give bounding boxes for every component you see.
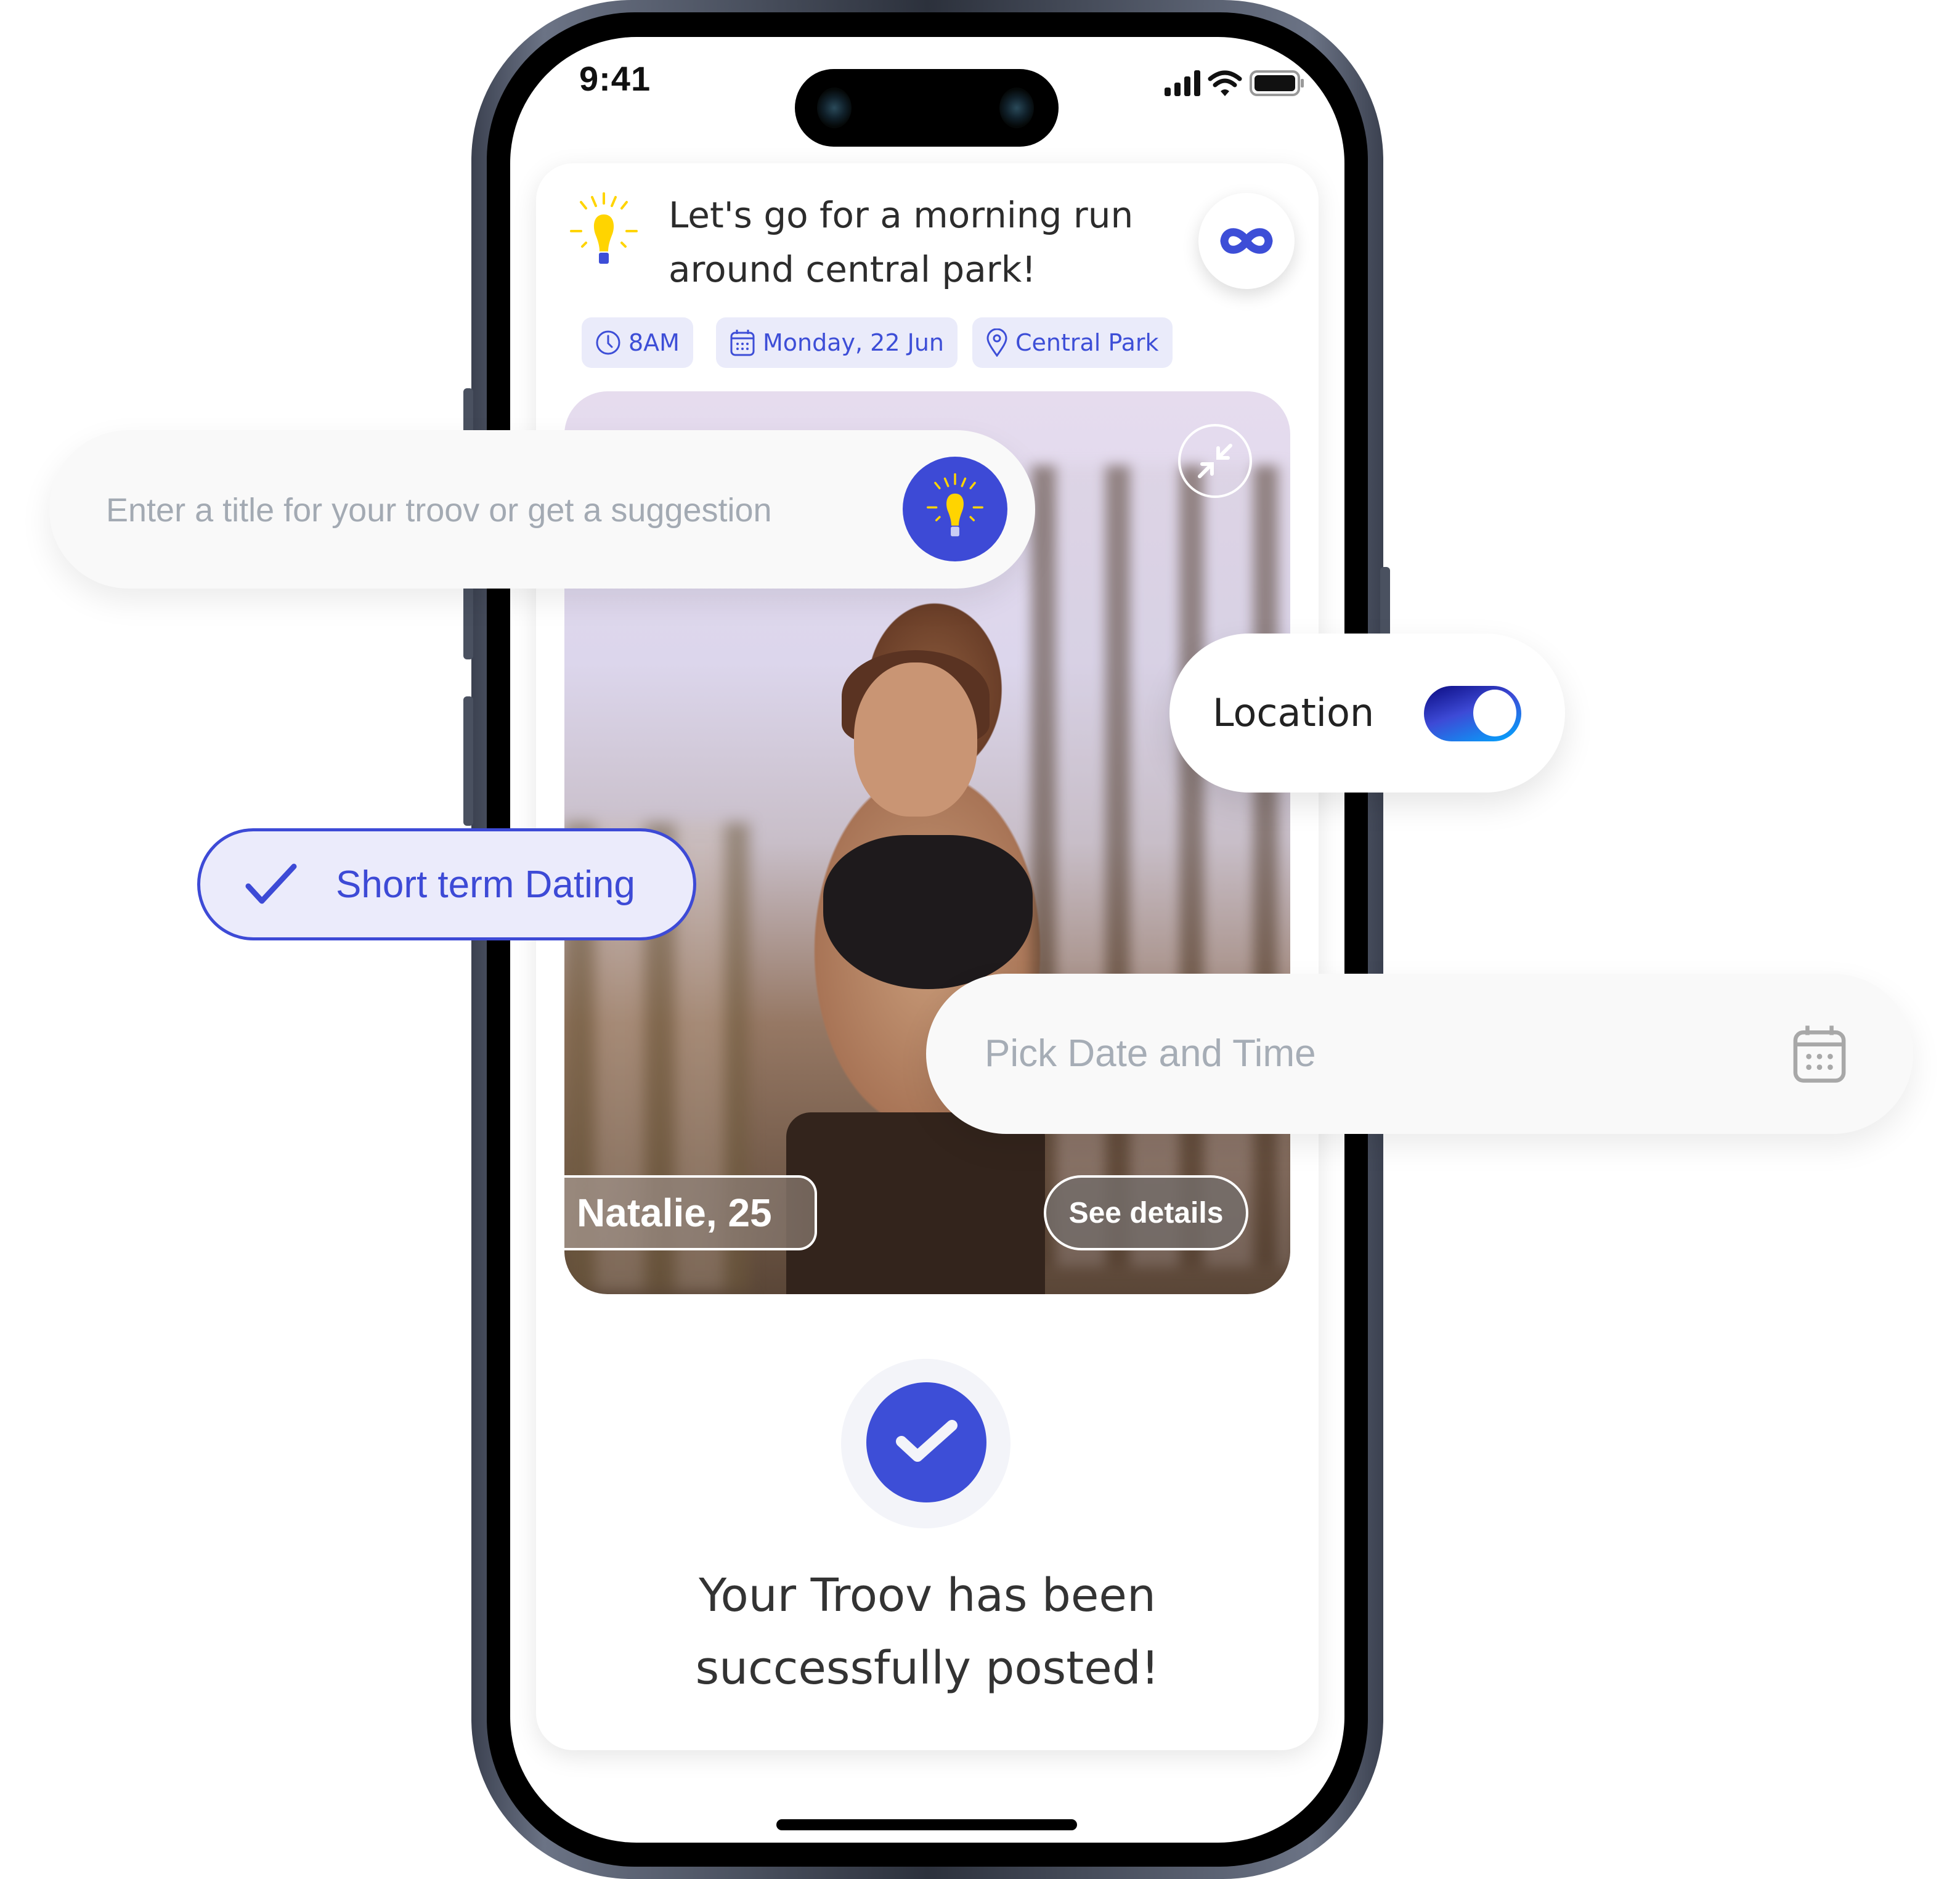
battery-icon — [1250, 70, 1304, 96]
tag-time-label: 8AM — [628, 329, 680, 356]
minimize-button[interactable] — [1178, 424, 1252, 498]
date-time-placeholder: Pick Date and Time — [985, 1032, 1316, 1075]
title-input[interactable] — [105, 430, 877, 590]
calendar-icon — [730, 330, 755, 356]
tag-date: Monday, 22 Jun — [716, 317, 958, 368]
dynamic-island — [795, 69, 1059, 147]
see-details-button[interactable]: See details — [1044, 1175, 1248, 1250]
wifi-icon — [1208, 70, 1242, 96]
success-check-icon — [866, 1382, 986, 1502]
tag-location-label: Central Park — [1015, 329, 1159, 356]
checkmark-icon — [245, 863, 297, 904]
lightbulb-icon — [558, 191, 650, 274]
profile-name-age: Natalie, 25 — [564, 1175, 817, 1250]
tag-time: 8AM — [582, 317, 693, 368]
short-term-dating-chip[interactable]: Short term Dating — [197, 828, 696, 940]
calendar-icon[interactable] — [1789, 1023, 1850, 1085]
camera-lens-icon — [817, 88, 852, 128]
sensor-icon — [999, 88, 1034, 128]
location-toggle[interactable] — [1424, 686, 1521, 741]
home-indicator[interactable] — [776, 1819, 1077, 1830]
troov-title: Let's go for a morning run around centra… — [669, 194, 1134, 290]
clock-icon — [596, 330, 620, 355]
status-icons — [1163, 68, 1311, 99]
toggle-knob — [1473, 690, 1516, 736]
chip-label: Short term Dating — [336, 863, 635, 906]
phone-volume-down — [463, 696, 473, 826]
suggestion-button[interactable] — [903, 457, 1007, 561]
location-label: Location — [1213, 690, 1375, 735]
location-setting: Location — [1169, 634, 1565, 793]
signal-icon — [1165, 70, 1200, 96]
tag-date-label: Monday, 22 Jun — [763, 329, 944, 356]
location-pin-icon — [986, 328, 1007, 357]
share-button[interactable] — [1198, 193, 1295, 289]
infinity-icon — [1220, 228, 1273, 254]
tag-location: Central Park — [972, 317, 1173, 368]
title-input-field — [49, 430, 1035, 590]
minimize-icon — [1198, 444, 1232, 478]
status-time: 9:41 — [579, 59, 651, 98]
success-message: Your Troov has been successfully posted! — [695, 1569, 1160, 1695]
lightbulb-icon — [927, 473, 983, 537]
date-time-picker[interactable]: Pick Date and Time — [926, 974, 1913, 1134]
